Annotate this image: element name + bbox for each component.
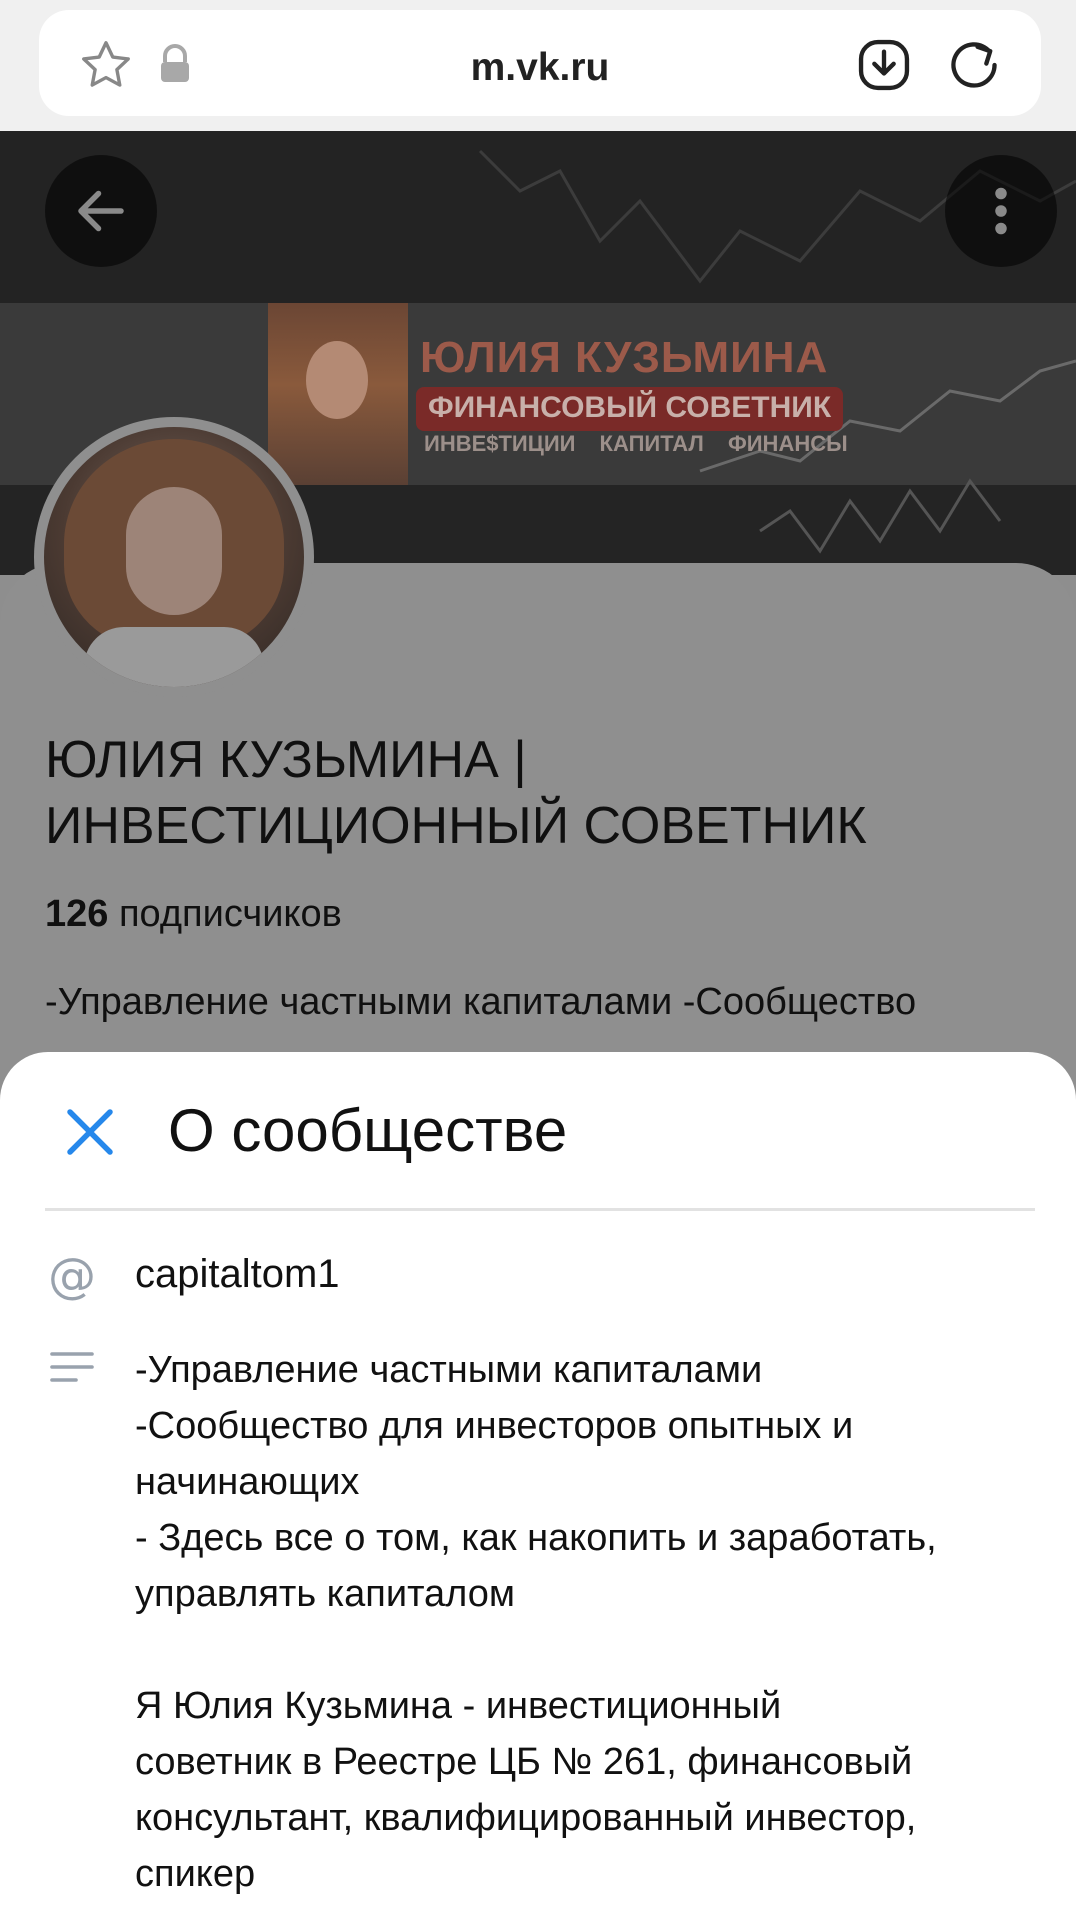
subscribers-count[interactable]: 126 подписчиков: [45, 893, 342, 936]
description-line: начинающих: [135, 1461, 360, 1503]
description-line: -Сообщество для инвесторов опытных и: [135, 1405, 854, 1447]
more-vertical-icon: [995, 187, 1007, 235]
more-options-button[interactable]: [945, 155, 1057, 267]
banner-title: ЮЛИЯ КУЗЬМИНА: [420, 333, 829, 382]
description-blank-line: [135, 1622, 1055, 1678]
description-line: консультант, квалифицированный инвестор,: [135, 1797, 917, 1839]
description-line: советник в Реестре ЦБ № 261, финансовый: [135, 1741, 913, 1783]
address-bar[interactable]: m.vk.ru: [39, 10, 1041, 116]
back-button[interactable]: [45, 155, 157, 267]
text-lines-icon: [50, 1352, 94, 1382]
arrow-left-icon: [78, 190, 124, 232]
at-sign-icon: @: [48, 1248, 96, 1304]
description-line: спикер: [135, 1853, 256, 1895]
browser-toolbar: m.vk.ru: [0, 0, 1076, 131]
banner-subtitle: ФИНАНСОВЫЙ СОВЕТНИК: [416, 387, 844, 431]
description-line: -Управление частными капиталами: [135, 1349, 763, 1391]
banner-tags: ИНВЕ$ТИЦИИ КАПИТАЛ ФИНАНСЫ: [424, 431, 848, 456]
group-name-line-1: ЮЛИЯ КУЗЬМИНА |: [45, 731, 527, 789]
close-icon[interactable]: [60, 1102, 120, 1162]
reload-icon[interactable]: [945, 36, 1003, 94]
about-community-sheet: О сообществе @ capitaltom1 -Управление ч…: [0, 1052, 1076, 1912]
community-description: -Управление частными капиталами -Сообщес…: [135, 1342, 1055, 1902]
banner-portrait: [268, 303, 408, 485]
description-line: Я Юлия Кузьмина - инвестиционный: [135, 1685, 782, 1727]
divider: [45, 1208, 1035, 1211]
group-name-line-2: ИНВЕСТИЦИОННЫЙ СОВЕТНИК: [45, 797, 867, 855]
avatar[interactable]: [34, 417, 314, 697]
sheet-title: О сообществе: [168, 1097, 568, 1164]
subscribers-label: подписчиков: [108, 893, 342, 935]
download-icon[interactable]: [855, 36, 913, 94]
description-line: - Здесь все о том, как накопить и зарабо…: [135, 1517, 937, 1559]
community-handle[interactable]: capitaltom1: [135, 1252, 340, 1297]
subscribers-number: 126: [45, 893, 109, 935]
description-preview[interactable]: -Управление частными капиталами -Сообщес…: [45, 981, 916, 1024]
group-name: ЮЛИЯ КУЗЬМИНА | ИНВЕСТИЦИОННЫЙ СОВЕТНИК: [45, 727, 1045, 859]
description-line: управлять капиталом: [135, 1573, 516, 1615]
